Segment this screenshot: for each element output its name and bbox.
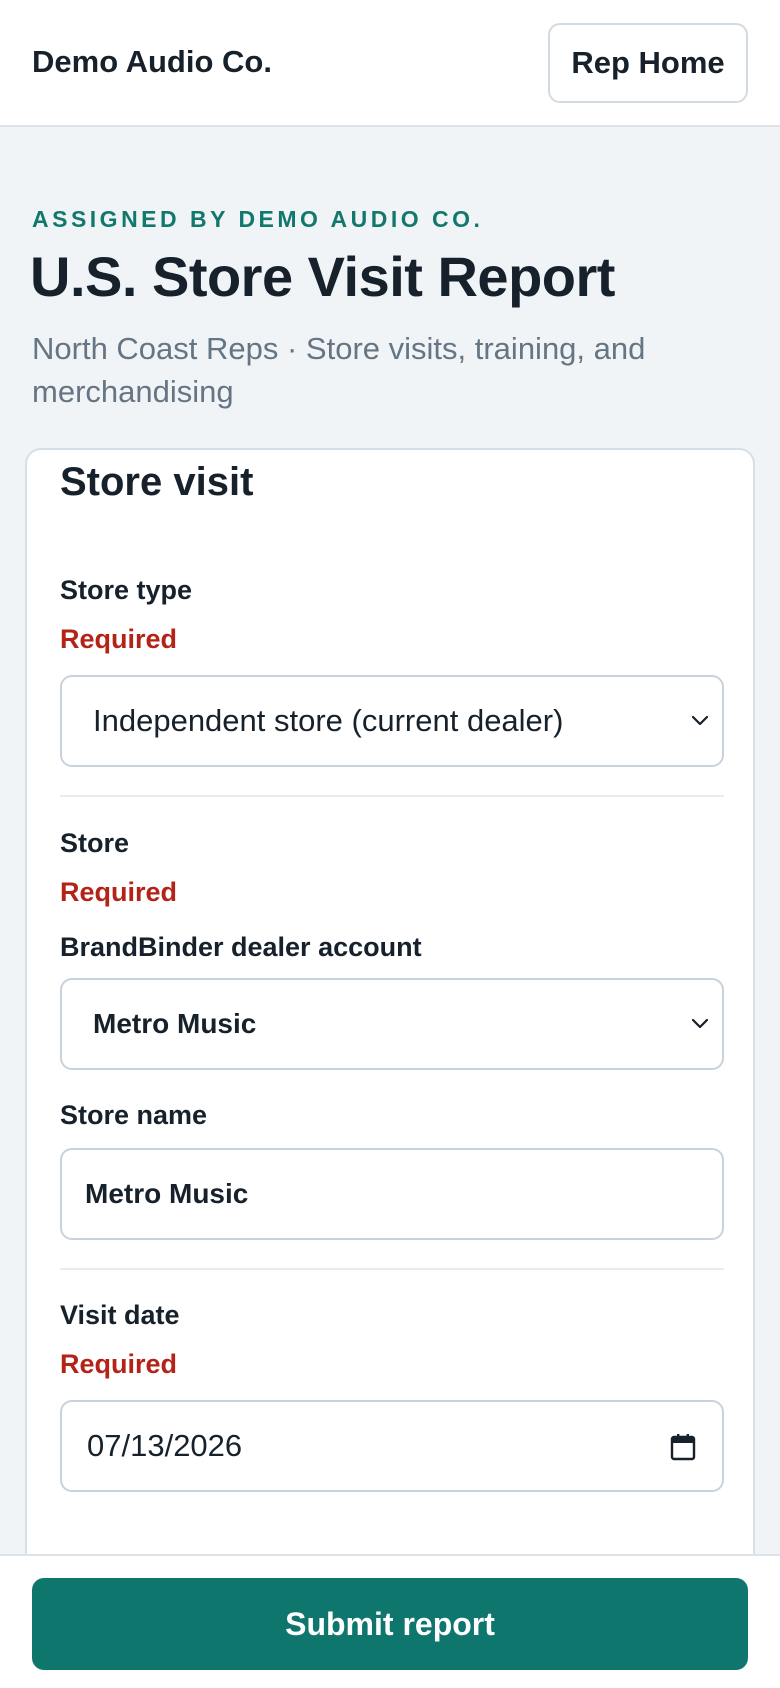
visit-date-value: 07/13/2026 — [87, 1428, 243, 1463]
assigned-by-label: ASSIGNED BY DEMO AUDIO CO. — [32, 206, 484, 232]
submit-report-button[interactable]: Submit report — [32, 1578, 748, 1670]
visit-date-input[interactable]: 07/13/2026 — [60, 1400, 724, 1492]
chevron-down-icon — [691, 715, 709, 726]
divider — [60, 1268, 724, 1270]
divider — [60, 795, 724, 797]
dealer-account-select[interactable]: Metro Music — [60, 978, 724, 1070]
page-title: U.S. Store Visit Report — [30, 245, 615, 308]
brand-name: Demo Audio Co. — [32, 44, 272, 79]
store-type-label: Store type — [60, 575, 193, 605]
visit-date-required: Required — [60, 1349, 178, 1379]
store-name-label: Store name — [60, 1100, 208, 1130]
chevron-down-icon — [691, 1018, 709, 1029]
dealer-account-label: BrandBinder dealer account — [60, 932, 422, 962]
bottom-action-bar: Submit report — [0, 1554, 780, 1688]
top-bar: Demo Audio Co. Rep Home — [0, 0, 780, 127]
store-type-required: Required — [60, 624, 178, 654]
rep-home-button[interactable]: Rep Home — [548, 23, 748, 103]
dealer-account-value: Metro Music — [93, 1008, 257, 1039]
page-subtitle: North Coast Reps · Store visits, trainin… — [32, 331, 646, 409]
store-type-value: Independent store (current dealer) — [93, 703, 564, 738]
visit-date-label: Visit date — [60, 1300, 180, 1330]
store-type-select[interactable]: Independent store (current dealer) — [60, 675, 724, 767]
store-visit-card: Store visit Store type Required Independ… — [25, 448, 755, 1688]
store-name-input[interactable]: Metro Music — [60, 1148, 724, 1240]
calendar-icon[interactable] — [670, 1433, 696, 1461]
store-required: Required — [60, 877, 178, 907]
card-title: Store visit — [60, 460, 254, 504]
store-label: Store — [60, 828, 130, 858]
store-name-value: Metro Music — [85, 1178, 249, 1209]
